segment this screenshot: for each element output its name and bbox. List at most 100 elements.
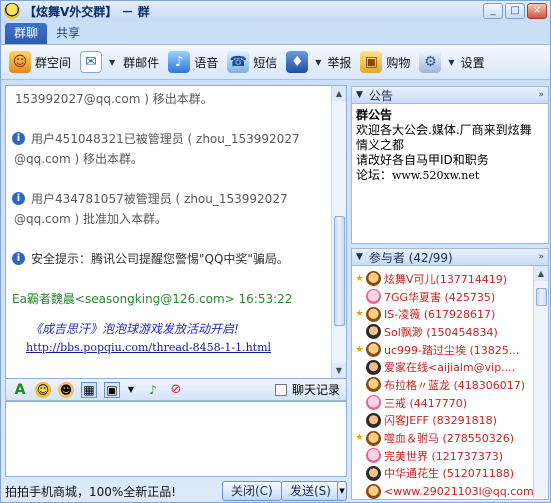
send-options-icon[interactable]: ▼ (337, 481, 347, 501)
member-name: IS-凌薇 (617928617) (384, 308, 496, 322)
double-chevron-icon[interactable]: » (538, 252, 544, 262)
picture-icon[interactable]: ▣ (104, 381, 120, 398)
window-title: 【炫舞V外交群】 － 群 (24, 4, 150, 19)
member-item[interactable]: <www.29021103l@qq.com> (355, 482, 543, 499)
toolbar-group-space[interactable]: ☺ 群空间 (9, 51, 71, 73)
toolbar-label: 语音 (194, 55, 219, 70)
tab-group-chat[interactable]: 群聊 (5, 23, 48, 44)
ad-link[interactable]: 拍拍手机商城，100%全新正品! (5, 483, 176, 500)
toolbar-voice[interactable]: ♪ 语音 (168, 51, 218, 73)
tab-bar: 群聊 共享 (5, 23, 89, 44)
chevron-down-icon[interactable]: ▼ (109, 58, 115, 67)
admin-crown-icon: ★ (355, 433, 364, 444)
notice-forum: 论坛：www.520xw.net (356, 168, 544, 183)
toolbar-label: 群邮件 (123, 55, 160, 70)
members-scrollbar[interactable]: ▲ (533, 266, 548, 498)
toolbar-label: 购物 (386, 55, 411, 70)
member-name: <www.29021103l@qq.com> (384, 484, 543, 498)
member-item[interactable]: ★ uc999-踏过尘埃 (13825... (355, 341, 533, 359)
message-input[interactable] (5, 401, 347, 477)
member-item[interactable]: 7GG华夏害 (425735) (355, 288, 533, 306)
minimize-button[interactable]: _ (483, 3, 503, 19)
tab-share[interactable]: 共享 (47, 23, 89, 44)
chevron-down-icon[interactable]: ▼ (315, 58, 321, 67)
avatar-icon (366, 465, 381, 481)
toolbar-label: 短信 (253, 55, 278, 70)
avatar-icon (366, 306, 381, 322)
member-item[interactable]: ★ 炫舞V可儿(137714419) (355, 270, 533, 288)
music-icon[interactable]: ♪ (145, 382, 161, 398)
chat-scrollbar[interactable]: ▲ ▼ (331, 86, 346, 378)
chat-message: Ea霸者魏晨<seasongking@126.com> 16:53:22 (12, 289, 326, 309)
member-item[interactable]: Sol飘渺 (150454834) (355, 323, 533, 341)
scroll-up-icon[interactable]: ▲ (332, 86, 346, 101)
member-name: 炫舞V可儿(137714419) (384, 272, 508, 286)
forum-url[interactable]: www.520xw.net (392, 169, 479, 182)
member-name: 爱家在线<aijialm@vip.... (384, 361, 516, 375)
member-item[interactable]: 三戒 (4417770) (355, 394, 533, 412)
message-text: 153992027@qq.com ) 移出本群。 (15, 92, 213, 106)
info-icon: i (12, 132, 25, 145)
chat-history-button[interactable]: 聊天记录 (274, 381, 340, 398)
history-label: 聊天记录 (291, 383, 340, 397)
scroll-thumb[interactable] (334, 216, 345, 326)
block-icon[interactable]: ⊘ (168, 382, 184, 398)
collapse-icon[interactable]: ▼ (356, 90, 363, 100)
toolbar-group-mail[interactable]: ✉ ▼ 群邮件 (80, 51, 159, 73)
chevron-down-icon[interactable]: ▼ (127, 382, 135, 398)
toolbar-label: 设置 (460, 55, 485, 70)
message-sender[interactable]: Ea霸者魏晨<seasongking@126.com> 16:53:22 (12, 292, 292, 306)
close-button[interactable]: 关闭(C) (222, 481, 282, 501)
member-item[interactable]: ★ IS-凌薇 (617928617) (355, 305, 533, 323)
title-bar[interactable]: 【炫舞V外交群】 － 群 _ □ × (1, 1, 550, 21)
group-logo-icon (4, 3, 20, 19)
message-text: 用户451048321已被管理员 ( zhou_153992027 (31, 132, 300, 146)
chat-message: http://bbs.popqiu.com/thread-8458-1-1.ht… (26, 339, 326, 356)
scroll-thumb[interactable] (536, 288, 547, 306)
members-panel-header[interactable]: ▼ 参与者 (42/99) » (351, 248, 549, 266)
toolbar-label: 群空间 (35, 55, 72, 70)
toolbar-label: 举报 (327, 55, 352, 70)
notice-panel-header[interactable]: ▼ 公告 » (351, 86, 549, 104)
screenshot-icon[interactable]: ▦ (81, 381, 97, 398)
member-list: ★ 炫舞V可儿(137714419) 7GG华夏害 (425735) ★ IS-凌薇 (… (355, 270, 543, 499)
avatar-icon (366, 483, 381, 499)
double-chevron-icon[interactable]: » (538, 90, 544, 100)
member-name: Sol飘渺 (150454834) (384, 325, 498, 339)
toolbar-shopping[interactable]: ▣ 购物 (360, 51, 410, 73)
collapse-icon[interactable]: ▼ (356, 252, 363, 262)
message-link[interactable]: http://bbs.popqiu.com/thread-8458-1-1.ht… (26, 341, 271, 354)
message-text: @qq.com ) 移出本群。 (14, 152, 143, 166)
member-name: 三戒 (4417770) (384, 396, 468, 410)
toolbar-sms[interactable]: ☎ 短信 (227, 51, 277, 73)
avatar-icon (366, 448, 381, 464)
font-icon[interactable]: A (12, 382, 28, 398)
member-name: uc999-踏过尘埃 (13825... (384, 343, 520, 357)
chat-messages: 153992027@qq.com ) 移出本群。 i 用户451048321已被… (6, 86, 332, 378)
toolbar-report[interactable]: ♦ ▼ 举报 (286, 51, 351, 73)
magic-face-icon[interactable]: ☻ (58, 381, 74, 398)
member-item[interactable]: ★ 噬血＆驸马 (278550326) (355, 429, 533, 447)
member-item[interactable]: 中华通花生 (512071188) (355, 465, 533, 483)
chat-history-pane[interactable]: 153992027@qq.com ) 移出本群。 i 用户451048321已被… (5, 85, 347, 379)
member-item[interactable]: 爱家在线<aijialm@vip.... (355, 358, 533, 376)
message-text: @qq.com ) 批准加入本群。 (14, 212, 167, 226)
scroll-up-icon[interactable]: ▲ (534, 266, 548, 281)
main-toolbar: ☺ 群空间 ✉ ▼ 群邮件 ♪ 语音 ☎ 短信 ♦ ▼ 举报 ▣ 购物 ⚙ ▼ … (1, 44, 550, 80)
emoji-icon[interactable]: ☺ (35, 381, 51, 398)
member-item[interactable]: 布拉格〃蓝龙 (418306017) (355, 376, 533, 394)
member-item[interactable]: 完美世界 (121737373) (355, 447, 533, 465)
member-name: 7GG华夏害 (425735) (384, 290, 496, 304)
shopping-icon: ▣ (360, 51, 383, 73)
phone-icon: ☎ (227, 51, 250, 73)
chat-message: i 用户434781057被管理员 ( zhou_153992027 @qq.c… (12, 189, 326, 229)
toolbar-settings[interactable]: ⚙ ▼ 设置 (419, 51, 485, 73)
scroll-down-icon[interactable]: ▼ (332, 363, 346, 378)
send-button[interactable]: 发送(S) (281, 481, 340, 501)
maximize-button[interactable]: □ (505, 3, 525, 19)
notice-panel: 群公告 欢迎各大公会.媒体.厂商来到炫舞 情义之都 请改好各自马甲ID和职务 论… (351, 104, 549, 244)
input-toolbar: A ☺ ☻ ▦ ▣ ▼ ♪ ⊘ 聊天记录 (5, 379, 347, 401)
member-item[interactable]: 闪客JEFF (83291818) (355, 412, 533, 430)
close-window-button[interactable]: × (527, 3, 547, 19)
chevron-down-icon[interactable]: ▼ (448, 58, 454, 67)
